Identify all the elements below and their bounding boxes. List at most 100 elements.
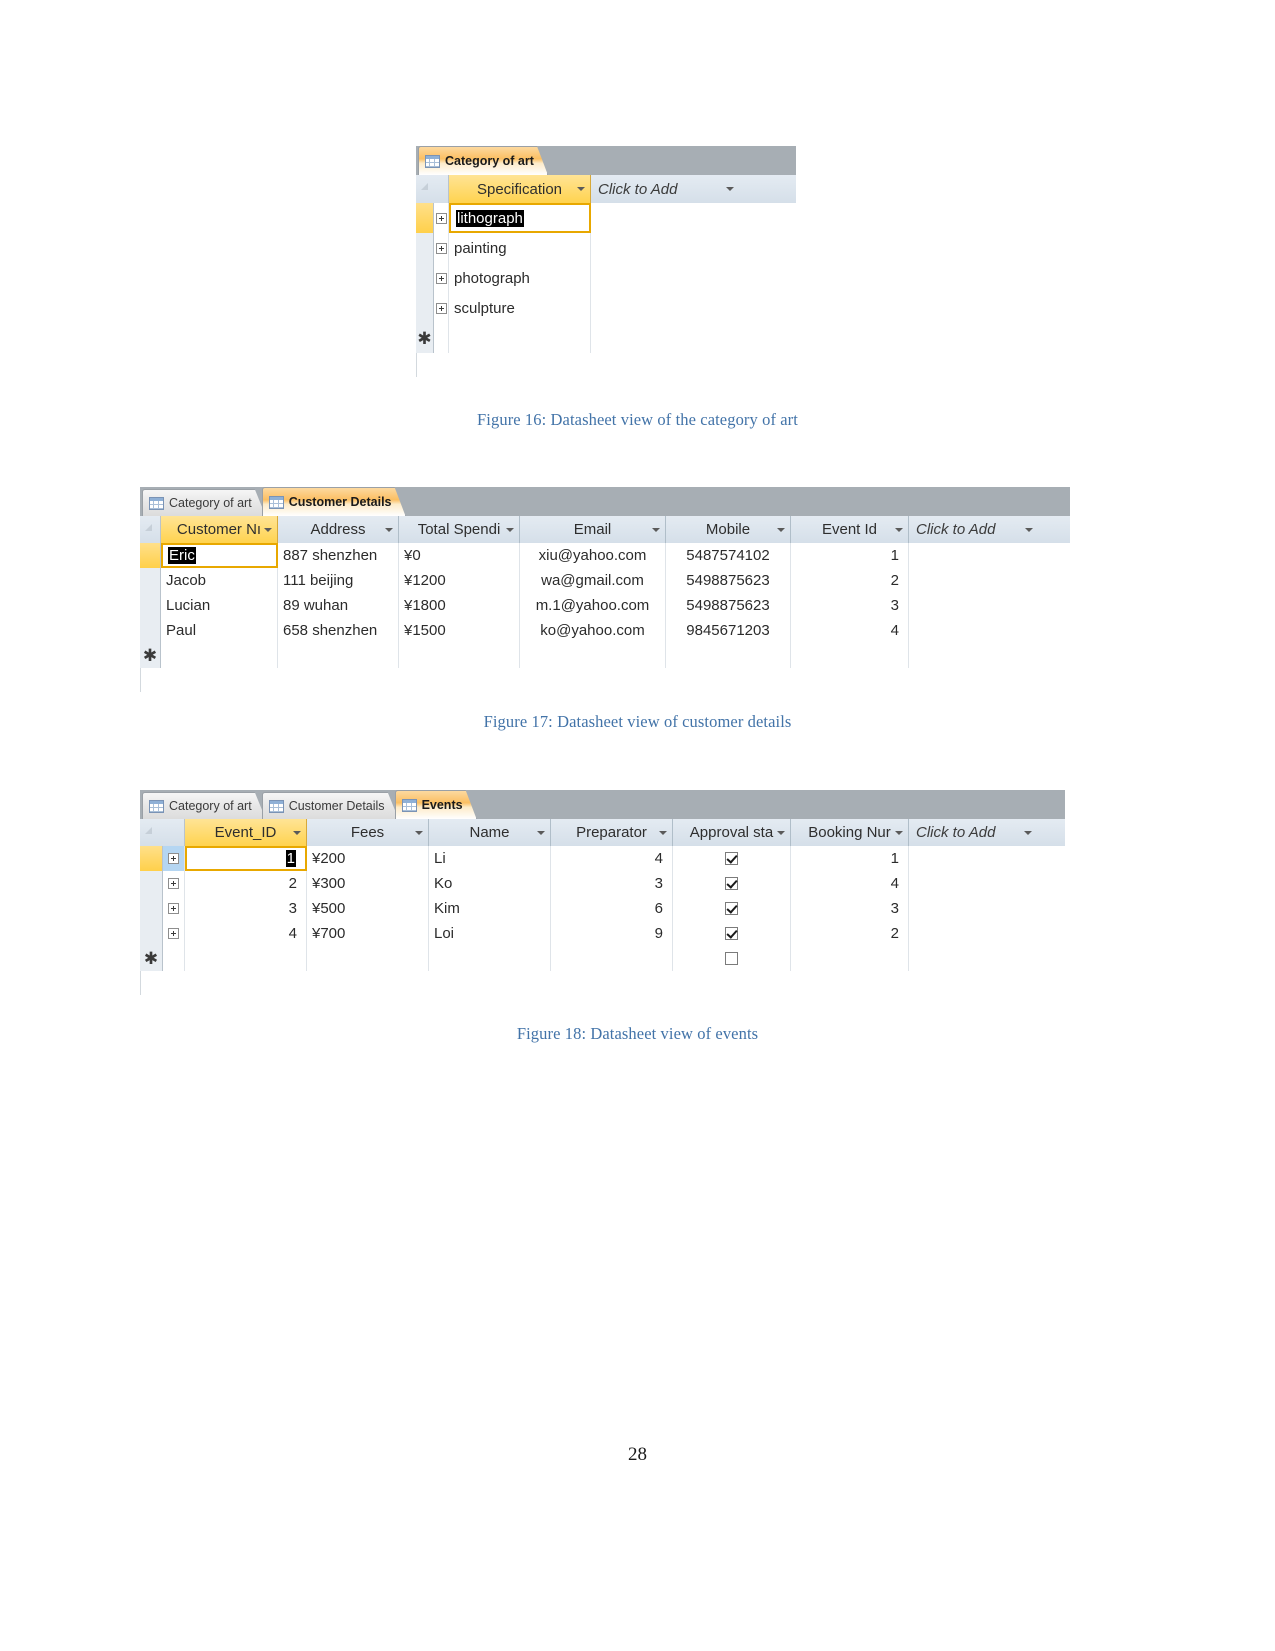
row-selector[interactable] (140, 871, 163, 896)
table-row[interactable]: 3 ¥500 Kim 6 3 (140, 896, 1065, 921)
column-header-booking-number[interactable]: Booking Nur (791, 819, 909, 846)
cell-email[interactable] (520, 643, 666, 668)
cell-click-to-add[interactable] (909, 543, 1038, 568)
row-selector[interactable] (140, 593, 161, 618)
table-row[interactable]: 2 ¥300 Ko 3 4 (140, 871, 1065, 896)
cell-approval-status[interactable] (673, 921, 791, 946)
tab-events[interactable]: Events (395, 790, 477, 819)
cell-email[interactable]: ko@yahoo.com (520, 618, 666, 643)
cell-specification[interactable]: lithograph (449, 203, 591, 233)
select-all-corner[interactable] (416, 175, 449, 203)
chevron-down-icon[interactable] (777, 830, 785, 835)
new-record-marker[interactable]: ✱ (416, 323, 434, 353)
cell-name[interactable]: Loi (429, 921, 551, 946)
table-row[interactable]: photograph (416, 263, 796, 293)
column-header-mobile[interactable]: Mobile (666, 516, 791, 543)
column-header-event-id[interactable]: Event_ID (185, 819, 307, 846)
cell-click-to-add[interactable] (591, 203, 739, 233)
approval-checkbox[interactable] (725, 927, 738, 940)
tab-customer-details[interactable]: Customer Details (262, 792, 399, 819)
cell-event-id[interactable]: 1 (791, 543, 909, 568)
cell-booking-number[interactable]: 4 (791, 871, 909, 896)
new-record-marker[interactable]: ✱ (140, 946, 163, 971)
cell-name[interactable] (429, 946, 551, 971)
cell-booking-number[interactable]: 3 (791, 896, 909, 921)
cell-name[interactable]: Kim (429, 896, 551, 921)
approval-checkbox[interactable] (725, 902, 738, 915)
cell-total-spending[interactable]: ¥1800 (399, 593, 520, 618)
cell-preparator[interactable] (551, 946, 673, 971)
expand-subdatasheet-button[interactable] (163, 896, 185, 921)
cell-specification[interactable]: photograph (449, 263, 591, 293)
expand-subdatasheet-button[interactable] (434, 263, 449, 293)
row-selector[interactable] (140, 543, 161, 568)
cell-click-to-add[interactable] (909, 643, 1038, 668)
new-record-row[interactable]: ✱ (140, 946, 1065, 971)
column-header-click-to-add[interactable]: Click to Add (909, 819, 1037, 846)
column-header-customer-name[interactable]: Customer Nı (161, 516, 278, 543)
cell-fees[interactable]: ¥700 (307, 921, 429, 946)
row-selector[interactable] (140, 618, 161, 643)
chevron-down-icon[interactable] (415, 830, 423, 835)
table-row[interactable]: sculpture (416, 293, 796, 323)
cell-event-id[interactable]: 3 (185, 896, 307, 921)
cell-click-to-add[interactable] (909, 568, 1038, 593)
cell-mobile[interactable]: 5487574102 (666, 543, 791, 568)
table-row[interactable]: Lucian 89 wuhan ¥1800 m.1@yahoo.com 5498… (140, 593, 1070, 618)
cell-mobile[interactable] (666, 643, 791, 668)
row-selector[interactable] (416, 233, 434, 263)
row-selector[interactable] (416, 203, 434, 233)
cell-total-spending[interactable]: ¥0 (399, 543, 520, 568)
table-row[interactable]: 1 ¥200 Li 4 1 (140, 846, 1065, 871)
cell-click-to-add[interactable] (909, 921, 1037, 946)
new-record-row[interactable]: ✱ (140, 643, 1070, 668)
column-header-address[interactable]: Address (278, 516, 399, 543)
column-header-click-to-add[interactable]: Click to Add (591, 175, 739, 203)
chevron-down-icon[interactable] (1025, 527, 1033, 532)
cell-click-to-add[interactable] (909, 871, 1037, 896)
cell-event-id[interactable]: 4 (791, 618, 909, 643)
cell-address[interactable]: 89 wuhan (278, 593, 399, 618)
cell-approval-status[interactable] (673, 896, 791, 921)
cell-event-id[interactable]: 2 (185, 871, 307, 896)
expand-subdatasheet-button[interactable] (163, 921, 185, 946)
chevron-down-icon[interactable] (1024, 830, 1032, 835)
expand-subdatasheet-button[interactable] (434, 233, 449, 263)
cell-address[interactable]: 887 shenzhen (278, 543, 399, 568)
cell-click-to-add[interactable] (909, 896, 1037, 921)
cell-customer-name[interactable]: Eric (161, 543, 278, 568)
column-header-click-to-add[interactable]: Click to Add (909, 516, 1038, 543)
chevron-down-icon[interactable] (385, 527, 393, 532)
row-selector[interactable] (140, 896, 163, 921)
column-header-specification[interactable]: Specification (449, 175, 591, 203)
chevron-down-icon[interactable] (293, 830, 301, 835)
chevron-down-icon[interactable] (895, 527, 903, 532)
approval-checkbox[interactable] (725, 877, 738, 890)
cell-mobile[interactable]: 9845671203 (666, 618, 791, 643)
cell-booking-number[interactable] (791, 946, 909, 971)
cell-mobile[interactable]: 5498875623 (666, 593, 791, 618)
approval-checkbox[interactable] (725, 852, 738, 865)
chevron-down-icon[interactable] (777, 527, 785, 532)
cell-click-to-add[interactable] (909, 946, 1037, 971)
cell-click-to-add[interactable] (591, 293, 739, 323)
cell-event-id[interactable]: 2 (791, 568, 909, 593)
cell-click-to-add[interactable] (591, 233, 739, 263)
row-selector[interactable] (416, 293, 434, 323)
column-header-total-spending[interactable]: Total Spendi (399, 516, 520, 543)
chevron-down-icon[interactable] (659, 830, 667, 835)
tab-category-of-art[interactable]: Category of art (142, 489, 266, 516)
column-header-fees[interactable]: Fees (307, 819, 429, 846)
cell-name[interactable]: Ko (429, 871, 551, 896)
cell-click-to-add[interactable] (591, 323, 739, 353)
cell-event-id[interactable] (185, 946, 307, 971)
cell-click-to-add[interactable] (909, 593, 1038, 618)
expand-subdatasheet-button[interactable] (163, 871, 185, 896)
column-header-event-id[interactable]: Event Id (791, 516, 909, 543)
select-all-corner[interactable] (140, 516, 161, 543)
expand-subdatasheet-button[interactable] (434, 203, 449, 233)
cell-total-spending[interactable]: ¥1200 (399, 568, 520, 593)
cell-fees[interactable]: ¥300 (307, 871, 429, 896)
chevron-down-icon[interactable] (652, 527, 660, 532)
cell-specification[interactable]: sculpture (449, 293, 591, 323)
